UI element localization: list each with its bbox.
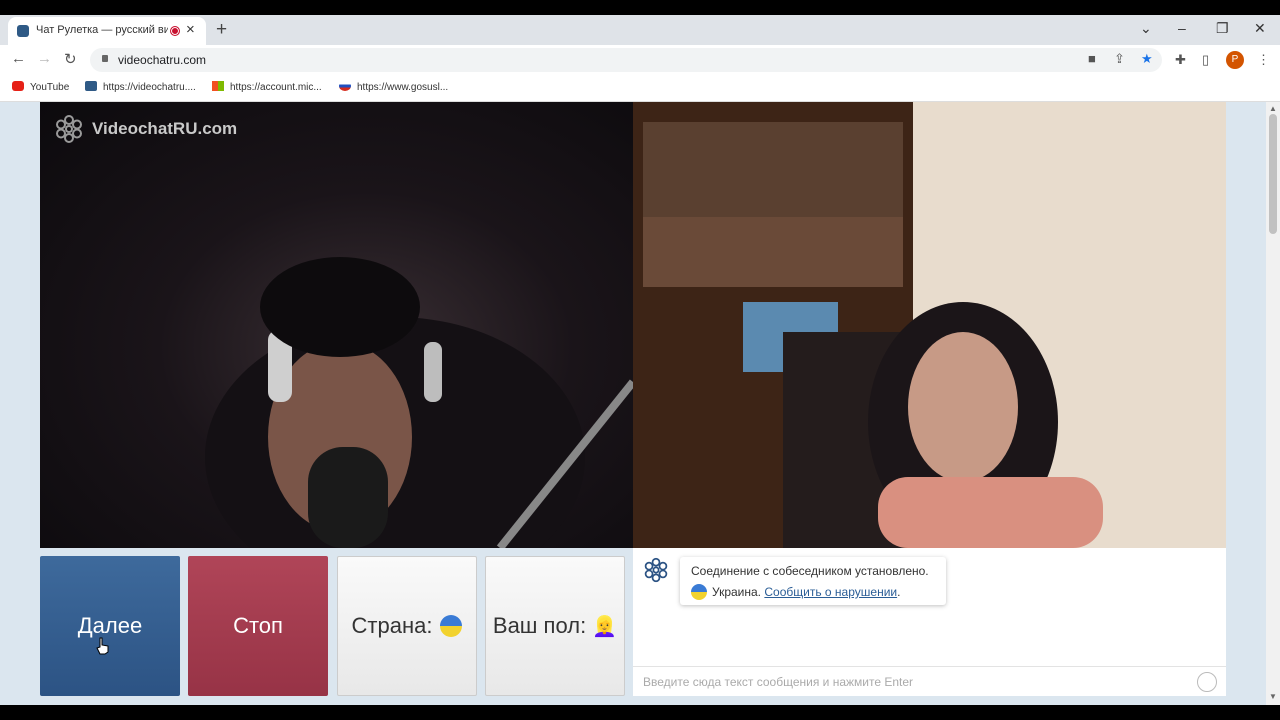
- connection-status: Соединение с собеседником установлено.: [691, 564, 929, 578]
- videochat-icon: [85, 81, 97, 91]
- bookmark-gosuslugi[interactable]: https://www.gosusl...: [339, 81, 448, 93]
- remote-camera-feed: [633, 102, 1226, 548]
- bookmark-videochatru[interactable]: https://videochatru....: [85, 81, 196, 93]
- share-icon[interactable]: ⇪: [1114, 51, 1125, 67]
- next-button[interactable]: Далее: [40, 556, 180, 696]
- emoji-picker-icon[interactable]: [1197, 672, 1217, 692]
- gosuslugi-icon: [339, 81, 351, 91]
- ukraine-flag-icon: [440, 615, 463, 637]
- gender-button[interactable]: Ваш пол: 👱‍♀️: [485, 556, 625, 696]
- bookmarks-bar: YouTube https://videochatru.... https://…: [0, 75, 1280, 102]
- profile-avatar[interactable]: P: [1226, 51, 1244, 69]
- close-window-icon[interactable]: ✕: [1254, 20, 1266, 37]
- country-label: Страна:: [351, 613, 433, 638]
- tab-search-icon[interactable]: ⌄: [1140, 20, 1152, 37]
- remote-video: [633, 102, 1226, 548]
- chat-input-row: [633, 666, 1226, 697]
- side-panel-icon[interactable]: ▯: [1202, 52, 1209, 68]
- country-name: Украина.: [712, 585, 762, 599]
- bookmark-youtube[interactable]: YouTube: [12, 81, 69, 93]
- local-camera-feed: [205, 257, 633, 548]
- chat-message-input[interactable]: [633, 667, 1195, 697]
- ukraine-flag-icon: [691, 584, 707, 600]
- browser-tab[interactable]: Чат Рулетка — русский вид ×: [8, 17, 206, 45]
- hand-cursor-icon: [96, 637, 109, 655]
- address-bar-row: ← → ↻ videochatru.com ■ ⇪ ★ ✚ ▯ P ⋮: [0, 45, 1280, 75]
- female-emoji-icon: 👱‍♀️: [592, 615, 618, 638]
- microsoft-icon: [212, 81, 224, 91]
- scrollbar-thumb[interactable]: [1269, 114, 1277, 234]
- gender-label: Ваш пол:: [492, 613, 587, 638]
- bookmark-microsoft[interactable]: https://account.mic...: [212, 81, 322, 93]
- camera-icon[interactable]: ■: [1088, 51, 1096, 66]
- scroll-down-icon[interactable]: ▼: [1269, 692, 1277, 701]
- bookmark-star-icon[interactable]: ★: [1141, 51, 1153, 67]
- extensions-icon[interactable]: ✚: [1175, 52, 1186, 68]
- maximize-icon[interactable]: ❐: [1216, 20, 1229, 37]
- chat-logo-icon: [643, 557, 669, 588]
- minimize-icon[interactable]: –: [1178, 20, 1186, 36]
- tab-strip: Чат Рулетка — русский вид × + ⌄ – ❐ ✕: [0, 15, 1280, 45]
- back-icon[interactable]: ←: [11, 50, 26, 67]
- new-tab-button[interactable]: +: [216, 19, 227, 41]
- site-favicon-icon: [17, 25, 29, 37]
- stop-button[interactable]: Стоп: [188, 556, 328, 696]
- chat-panel: Соединение с собеседником установлено. У…: [633, 548, 1226, 697]
- top-black-bar: [0, 0, 1280, 15]
- address-bar[interactable]: videochatru.com ■ ⇪ ★: [90, 48, 1162, 72]
- local-video: VideochatRU.com: [40, 102, 633, 548]
- scroll-up-icon[interactable]: ▲: [1269, 104, 1277, 113]
- report-period: .: [897, 585, 901, 599]
- tab-close-icon[interactable]: ×: [186, 21, 195, 38]
- report-link[interactable]: Сообщить о нарушении: [764, 585, 897, 599]
- page-scrollbar[interactable]: ▲ ▼: [1266, 102, 1280, 705]
- tab-title: Чат Рулетка — русский вид: [36, 24, 168, 36]
- url-text: videochatru.com: [118, 53, 207, 67]
- country-button[interactable]: Страна:: [337, 556, 477, 696]
- reload-icon[interactable]: ↻: [64, 50, 77, 68]
- country-line: Украина. Сообщить о нарушении.: [691, 584, 900, 600]
- menu-icon[interactable]: ⋮: [1257, 52, 1270, 68]
- youtube-icon: [12, 81, 24, 91]
- forward-icon[interactable]: →: [37, 50, 52, 67]
- recording-indicator-icon: [170, 26, 180, 36]
- lock-icon: [102, 55, 108, 62]
- system-message: Соединение с собеседником установлено. У…: [680, 557, 946, 605]
